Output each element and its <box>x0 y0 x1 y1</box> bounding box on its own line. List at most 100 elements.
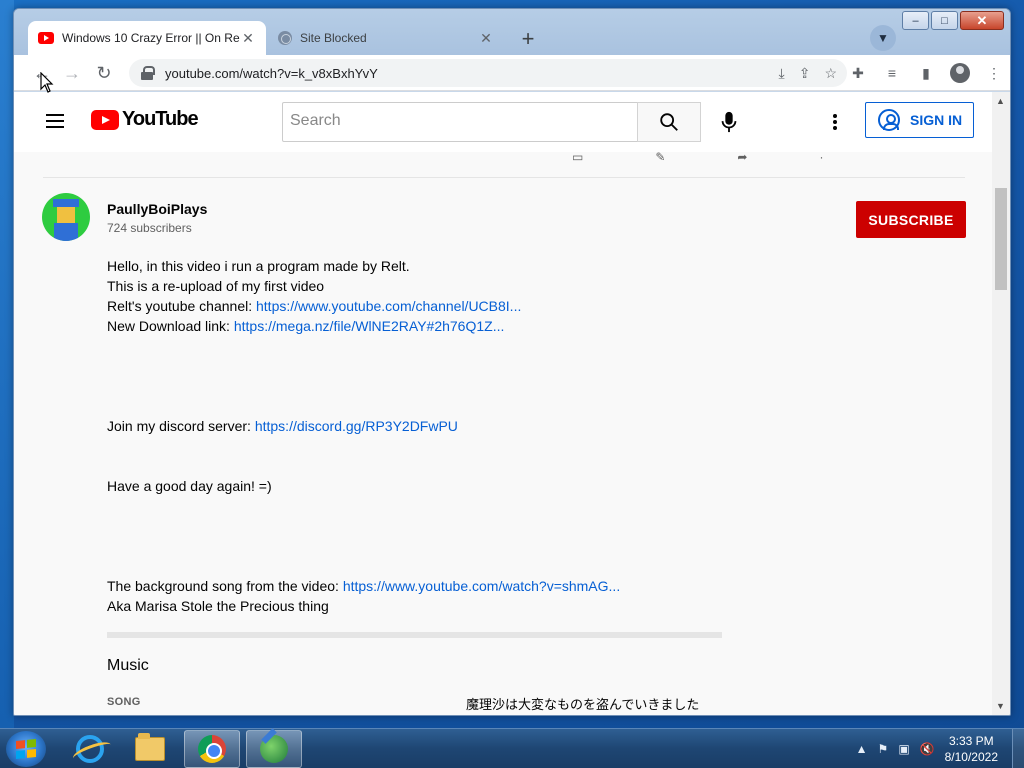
clock-date: 8/10/2022 <box>944 750 998 764</box>
hamburger-menu-icon[interactable] <box>46 114 64 128</box>
description-text: Join my discord server: <box>107 418 255 434</box>
clock[interactable]: 3:33 PM 8/10/2022 <box>945 733 998 765</box>
channel-name[interactable]: PaullyBoiPlays <box>107 201 207 217</box>
profile-avatar-icon <box>950 63 970 83</box>
search-icon <box>660 113 678 131</box>
desktop-background <box>0 0 14 728</box>
menu-kebab-icon[interactable]: ⋮ <box>982 61 1006 85</box>
install-app-icon[interactable]: ⤓ <box>779 65 785 82</box>
description-line: Have a good day again! =) <box>107 478 272 494</box>
song-title[interactable]: 魔理沙は大変なものを盗んでいきました <box>466 694 699 713</box>
start-button[interactable] <box>6 731 46 767</box>
globe-download-icon <box>260 735 288 763</box>
media-queue-icon[interactable]: ≡ <box>880 61 904 85</box>
description-text: New Download link: <box>107 318 234 334</box>
page-scrollbar[interactable]: ▲ ▼ <box>992 92 1010 715</box>
description-line: Relt's youtube channel: https://www.yout… <box>107 298 521 314</box>
system-tray: ▲ ⚑ ▣ 🔇 3:33 PM 8/10/2022 <box>856 729 1024 768</box>
youtube-logo[interactable]: YouTube <box>91 108 199 131</box>
section-divider <box>107 632 722 638</box>
tray-expand-icon[interactable]: ▲ <box>856 742 868 756</box>
forward-button[interactable]: → <box>60 61 84 85</box>
subscriber-count: 724 subscribers <box>107 221 192 235</box>
share-arrow-icon[interactable]: ➦ <box>737 150 747 164</box>
tab-close-icon[interactable]: ✕ <box>478 30 494 47</box>
tab-close-icon[interactable]: ✕ <box>240 30 256 47</box>
channel-link[interactable]: https://www.youtube.com/channel/UCB8I... <box>256 298 521 314</box>
scroll-thumb[interactable] <box>995 188 1007 290</box>
lock-icon[interactable] <box>141 66 155 80</box>
globe-favicon-icon <box>278 31 292 45</box>
windows-logo-icon <box>16 738 36 760</box>
taskbar-internet-explorer[interactable] <box>62 730 118 768</box>
microphone-icon <box>721 111 737 133</box>
search-button[interactable] <box>637 102 701 142</box>
channel-avatar[interactable] <box>42 193 90 241</box>
search-input[interactable]: Search <box>282 102 638 142</box>
subscribe-button[interactable]: SUBSCRIBE <box>856 201 966 238</box>
maximize-button[interactable]: □ <box>931 11 958 30</box>
youtube-favicon-icon <box>38 32 54 44</box>
window-controls: – □ ✕ <box>902 11 1004 30</box>
settings-kebab-icon[interactable] <box>829 110 841 134</box>
internet-explorer-icon <box>76 735 104 763</box>
minimize-button[interactable]: – <box>902 11 929 30</box>
tab-youtube-video[interactable]: Windows 10 Crazy Error || On Real ✕ <box>28 21 266 55</box>
scroll-down-arrow-icon[interactable]: ▼ <box>996 701 1005 711</box>
close-button[interactable]: ✕ <box>960 11 1004 30</box>
arrow-right-icon: → <box>63 62 81 83</box>
folder-icon <box>135 733 165 761</box>
voice-search-button[interactable] <box>709 102 749 142</box>
youtube-masthead: YouTube Search SIGN IN <box>14 92 994 152</box>
url-text[interactable]: youtube.com/watch?v=k_v8xBxhYvY <box>165 66 779 81</box>
video-action-icons-partial: ▭ ✎ ➦ · <box>572 150 823 164</box>
sign-in-label: SIGN IN <box>910 112 963 128</box>
show-desktop-button[interactable] <box>1012 729 1024 768</box>
discord-link[interactable]: https://discord.gg/RP3Y2DFwPU <box>255 418 458 434</box>
sign-in-button[interactable]: SIGN IN <box>865 102 974 138</box>
browser-toolbar: ← → ↻ youtube.com/watch?v=k_v8xBxhYvY ⤓ … <box>14 55 1010 91</box>
song-label: SONG <box>107 696 141 708</box>
new-tab-button[interactable]: + <box>514 25 542 53</box>
save-icon[interactable]: ▭ <box>572 150 583 164</box>
account-circle-icon <box>878 109 900 131</box>
description-text: Relt's youtube channel: <box>107 298 256 314</box>
clock-time: 3:33 PM <box>948 734 994 748</box>
song-link[interactable]: https://www.youtube.com/watch?v=shmAG... <box>343 578 620 594</box>
divider <box>43 177 965 178</box>
chrome-icon <box>198 735 226 763</box>
side-panel-icon[interactable]: ▮ <box>914 61 938 85</box>
youtube-logo-text: YouTube <box>122 108 199 130</box>
tab-site-blocked[interactable]: Site Blocked ✕ <box>268 21 504 55</box>
extensions-icon[interactable]: ✚ <box>846 61 870 85</box>
youtube-play-icon <box>91 109 119 130</box>
network-icon[interactable]: ▣ <box>898 742 909 756</box>
action-center-flag-icon[interactable]: ⚑ <box>878 742 889 756</box>
description-line: Aka Marisa Stole the Precious thing <box>107 598 329 614</box>
download-link[interactable]: https://mega.nz/file/WlNE2RAY#2h76Q1Z... <box>234 318 505 334</box>
title-bar: Windows 10 Crazy Error || On Real ✕ Site… <box>14 9 1010 55</box>
tab-title: Site Blocked <box>300 31 367 45</box>
description-text: The background song from the video: <box>107 578 343 594</box>
clip-icon[interactable]: ✎ <box>655 150 665 164</box>
more-icon[interactable]: · <box>819 150 823 164</box>
description-line: New Download link: https://mega.nz/file/… <box>107 318 504 334</box>
taskbar-network-app[interactable] <box>246 730 302 768</box>
description-line: The background song from the video: http… <box>107 578 620 594</box>
tab-search-button[interactable]: ▼ <box>870 25 896 51</box>
volume-muted-icon[interactable]: 🔇 <box>920 742 935 756</box>
tab-title: Windows 10 Crazy Error || On Real <box>62 31 240 45</box>
taskbar-chrome[interactable] <box>184 730 240 768</box>
profile-button[interactable] <box>948 61 972 85</box>
share-icon[interactable]: ⇪ <box>799 65 811 82</box>
taskbar-file-explorer[interactable] <box>122 730 178 768</box>
reload-button[interactable]: ↻ <box>92 61 116 85</box>
address-bar[interactable]: youtube.com/watch?v=k_v8xBxhYvY ⤓ ⇪ ☆ <box>129 59 847 87</box>
bookmark-star-icon[interactable]: ☆ <box>824 65 837 82</box>
browser-window: Windows 10 Crazy Error || On Real ✕ Site… <box>13 8 1011 716</box>
scroll-up-arrow-icon[interactable]: ▲ <box>996 96 1005 106</box>
description-line: Join my discord server: https://discord.… <box>107 418 458 434</box>
description-line: This is a re-upload of my first video <box>107 278 325 294</box>
music-heading: Music <box>107 657 149 674</box>
reload-icon: ↻ <box>96 62 112 83</box>
